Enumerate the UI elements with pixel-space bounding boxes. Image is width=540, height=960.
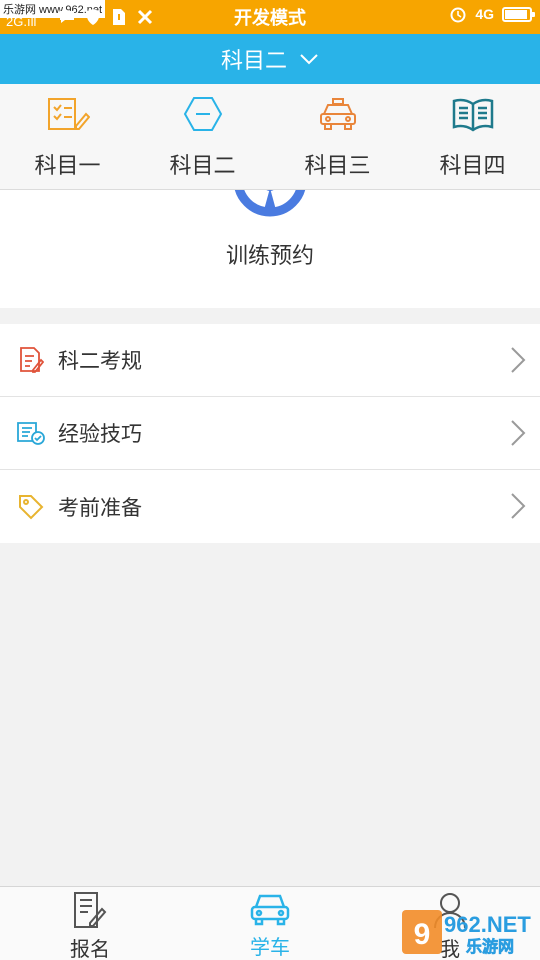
subject-label: 科目四	[439, 154, 506, 179]
nav-label: 学车	[250, 935, 290, 959]
training-booking-label: 训练预约	[225, 244, 314, 269]
car-icon	[248, 891, 292, 927]
subject-label: 科目二	[169, 154, 236, 179]
list-item-label: 经验技巧	[58, 422, 142, 446]
document-check-icon	[16, 418, 46, 448]
taxi-icon	[316, 94, 360, 134]
list-item-tips[interactable]: 经验技巧	[0, 397, 540, 470]
subject-tabs: 科目一 科目二 科目三 科目四	[0, 84, 540, 190]
alarm-clock-icon	[449, 5, 467, 23]
checklist-pen-icon	[46, 94, 90, 134]
form-pen-icon	[68, 891, 112, 929]
subject-tab-4[interactable]: 科目四	[405, 84, 540, 189]
battery-icon	[502, 6, 535, 22]
nav-tab-learn-driving[interactable]: 学车	[180, 887, 360, 960]
steering-wheel-icon	[230, 190, 310, 224]
chevron-right-icon	[510, 492, 526, 524]
list-item-label: 科二考规	[58, 349, 142, 373]
subject-tab-3[interactable]: 科目三	[270, 84, 405, 189]
nav-tab-signup[interactable]: 报名	[0, 887, 180, 960]
header-title: 科目二	[220, 49, 287, 74]
logo-bottom-text: 乐游网	[466, 937, 514, 956]
chevron-right-icon	[510, 346, 526, 378]
subject-label: 科目一	[34, 154, 101, 179]
subject-selector[interactable]: 科目二	[0, 34, 540, 84]
tag-icon	[16, 492, 46, 522]
document-pen-icon	[16, 345, 46, 375]
site-watermark-logo: 9 962.NET 乐游网	[402, 908, 536, 956]
logo-digit: 9	[414, 918, 431, 951]
subject-tab-1[interactable]: 科目一	[0, 84, 135, 189]
nav-label: 报名	[70, 937, 110, 960]
network-type: 4G	[475, 6, 494, 22]
status-bar: 乐游网 www.962.net 2G.ıll 开发模式 4G	[0, 0, 540, 34]
status-right: 4G	[449, 5, 535, 23]
logo-top-text: 962.NET	[444, 912, 531, 937]
training-booking-card[interactable]: 训练预约	[0, 190, 540, 308]
chevron-right-icon	[510, 419, 526, 451]
list-item-label: 考前准备	[58, 495, 142, 520]
list-item-preparation[interactable]: 考前准备	[0, 470, 540, 543]
open-book-icon	[451, 94, 495, 134]
chevron-down-icon	[299, 50, 319, 69]
hexagon-minus-icon	[181, 94, 225, 134]
list-item-exam-rules[interactable]: 科二考规	[0, 324, 540, 397]
subject-tab-2[interactable]: 科目二	[135, 84, 270, 189]
subject-label: 科目三	[304, 154, 371, 179]
info-list: 科二考规 经验技巧 考前准备	[0, 324, 540, 543]
